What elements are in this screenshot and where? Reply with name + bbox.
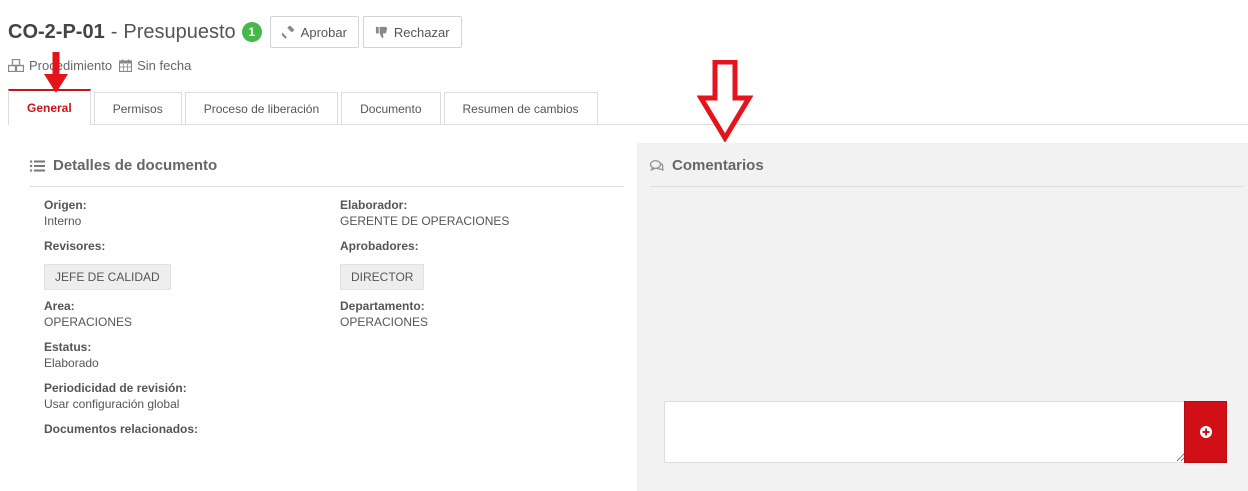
origin-field: Origen: Interno — [44, 197, 87, 229]
document-meta: Procedimiento Sin fecha — [8, 57, 198, 73]
reject-button[interactable]: Rechazar — [362, 16, 462, 48]
comments-title-text: Comentarios — [672, 157, 764, 174]
red-arrow-annotation-icon — [44, 52, 68, 93]
version-badge: 1 — [241, 22, 262, 42]
review-period-label: Periodicidad de revisión: — [44, 381, 187, 395]
reject-label: Rechazar — [393, 24, 450, 40]
status-label: Estatus: — [44, 340, 92, 354]
document-details-title-text: Detalles de documento — [53, 157, 218, 174]
origin-label: Origen: — [44, 198, 87, 212]
area-field: Area: OPERACIONES — [44, 298, 132, 330]
plus-circle-icon — [1199, 426, 1212, 438]
tab-permissions[interactable]: Permisos — [93, 92, 182, 124]
status-field: Estatus: Elaborado — [44, 339, 99, 371]
document-details-panel: Detalles de documento Origen: Interno El… — [30, 145, 624, 436]
author-field: Elaborador: GERENTE DE OPERACIONES — [340, 197, 509, 229]
area-label: Area: — [44, 299, 75, 313]
comment-input[interactable] — [665, 402, 1185, 462]
calendar-icon — [119, 59, 133, 72]
gavel-icon — [281, 25, 294, 39]
page-header: CO-2-P-01 - Presupuesto 1 Aprobar Rechaz… — [8, 16, 462, 48]
thumbs-down-icon — [375, 26, 387, 38]
related-documents-field: Documentos relacionados: — [44, 421, 198, 437]
tab-bar: General Permisos Proceso de liberación D… — [8, 89, 1248, 125]
approver-tag: DIRECTOR — [340, 264, 425, 290]
area-value: OPERACIONES — [44, 315, 133, 329]
cubes-icon — [8, 58, 24, 72]
review-period-value: Usar configuración global — [44, 397, 180, 411]
approvers-field: Aprobadores: DIRECTOR — [340, 238, 425, 290]
title-separator: - — [110, 20, 118, 43]
comments-icon — [650, 159, 664, 171]
approve-button[interactable]: Aprobar — [269, 16, 359, 48]
tab-general[interactable]: General — [8, 89, 91, 125]
department-label: Departamento: — [340, 299, 425, 313]
author-value: GERENTE DE OPERACIONES — [340, 214, 510, 228]
status-value: Elaborado — [44, 356, 99, 370]
comments-title: Comentarios — [650, 145, 1243, 187]
add-comment-button[interactable] — [1184, 401, 1227, 463]
document-type-label: Procedimiento — [29, 57, 113, 73]
origin-value: Interno — [44, 214, 82, 228]
document-details-title: Detalles de documento — [30, 145, 624, 187]
reviewer-tag: JEFE DE CALIDAD — [44, 264, 171, 290]
document-date-label: Sin fecha — [137, 57, 192, 73]
tab-release-process[interactable]: Proceso de liberación — [184, 92, 339, 124]
approvers-label: Aprobadores: — [340, 239, 419, 253]
reviewers-label: Revisores: — [44, 239, 106, 253]
tab-change-summary[interactable]: Resumen de cambios — [443, 92, 598, 124]
reviewers-field: Revisores: JEFE DE CALIDAD — [44, 238, 171, 290]
red-outline-arrow-annotation-icon — [697, 60, 753, 142]
document-date: Sin fecha — [119, 58, 191, 73]
document-code: CO-2-P-01 — [8, 20, 105, 43]
list-icon — [30, 160, 45, 171]
department-value: OPERACIONES — [340, 315, 429, 329]
author-label: Elaborador: — [340, 198, 408, 212]
review-period-field: Periodicidad de revisión: Usar configura… — [44, 380, 187, 412]
comment-composer — [664, 401, 1227, 463]
department-field: Departamento: OPERACIONES — [340, 298, 428, 330]
approve-label: Aprobar — [300, 24, 347, 40]
tab-document[interactable]: Documento — [341, 92, 441, 124]
comments-panel: Comentarios — [637, 143, 1248, 491]
document-name: Presupuesto — [123, 20, 236, 43]
related-documents-label: Documentos relacionados: — [44, 422, 199, 436]
